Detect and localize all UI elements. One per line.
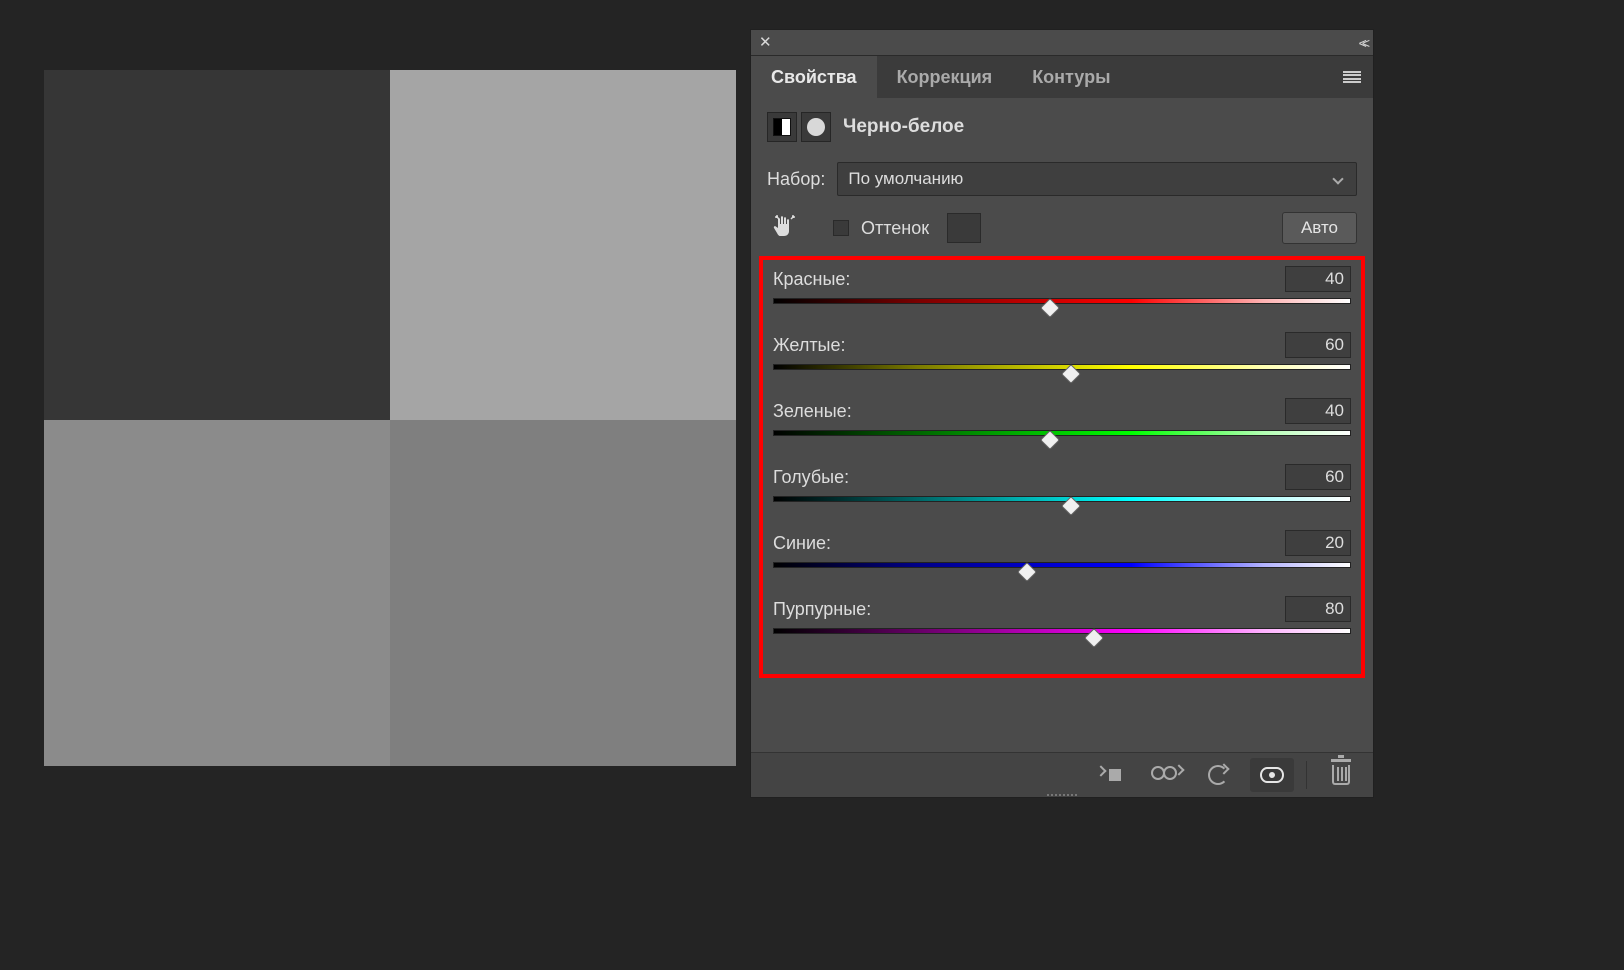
color-slider: Пурпурные: bbox=[773, 596, 1351, 648]
color-slider: Зеленые: bbox=[773, 398, 1351, 450]
slider-label: Пурпурные: bbox=[773, 599, 871, 620]
preset-dropdown[interactable]: По умолчанию bbox=[837, 162, 1357, 196]
toggle-visibility-button[interactable] bbox=[1250, 758, 1294, 792]
color-slider: Желтые: bbox=[773, 332, 1351, 384]
preset-label: Набор: bbox=[767, 169, 825, 190]
preview-quadrant bbox=[44, 420, 390, 766]
slider-track[interactable] bbox=[773, 562, 1351, 582]
tab-properties[interactable]: Свойства bbox=[751, 56, 877, 98]
slider-gradient bbox=[773, 496, 1351, 502]
panel-tabs: Свойства Коррекция Контуры bbox=[751, 56, 1373, 98]
preset-value: По умолчанию bbox=[848, 169, 963, 189]
reset-icon bbox=[1208, 765, 1228, 785]
slider-value-input[interactable] bbox=[1285, 530, 1351, 556]
color-sliders-highlight: Красные: Желтые: Зеленые: Голубые: Синие: Пур… bbox=[759, 256, 1365, 678]
color-slider: Красные: bbox=[773, 266, 1351, 318]
slider-track[interactable] bbox=[773, 628, 1351, 648]
slider-label: Синие: bbox=[773, 533, 831, 554]
panel-titlebar: ✕ << bbox=[751, 30, 1373, 56]
preset-row: Набор: По умолчанию bbox=[751, 156, 1373, 202]
reset-button[interactable] bbox=[1196, 758, 1240, 792]
targeted-adjustment-tool-icon[interactable] bbox=[771, 214, 799, 242]
resize-grip[interactable] bbox=[1047, 794, 1077, 796]
tint-row: Оттенок Авто bbox=[751, 202, 1373, 254]
slider-label: Желтые: bbox=[773, 335, 846, 356]
slider-gradient bbox=[773, 364, 1351, 370]
trash-icon bbox=[1332, 765, 1350, 785]
tab-label: Контуры bbox=[1032, 67, 1110, 88]
adjustment-icons bbox=[767, 112, 831, 142]
slider-label: Голубые: bbox=[773, 467, 849, 488]
adjustment-type-icon[interactable] bbox=[767, 112, 797, 142]
canvas-preview bbox=[44, 70, 736, 766]
clip-to-layer-button[interactable] bbox=[1088, 758, 1132, 792]
view-previous-state-button[interactable] bbox=[1142, 758, 1186, 792]
tab-paths[interactable]: Контуры bbox=[1012, 56, 1130, 98]
collapse-icon[interactable]: << bbox=[1359, 35, 1365, 51]
preview-quadrant bbox=[44, 70, 390, 420]
chevron-down-icon bbox=[1332, 173, 1343, 184]
slider-track[interactable] bbox=[773, 364, 1351, 384]
previous-state-icon bbox=[1151, 766, 1177, 784]
slider-label: Зеленые: bbox=[773, 401, 852, 422]
slider-value-input[interactable] bbox=[1285, 596, 1351, 622]
tint-color-swatch[interactable] bbox=[947, 213, 981, 243]
tab-label: Свойства bbox=[771, 67, 857, 88]
preview-quadrant bbox=[390, 70, 736, 420]
close-icon[interactable]: ✕ bbox=[759, 35, 772, 50]
tab-label: Коррекция bbox=[897, 67, 993, 88]
color-slider: Голубые: bbox=[773, 464, 1351, 516]
slider-label: Красные: bbox=[773, 269, 850, 290]
black-white-icon bbox=[773, 118, 791, 136]
eye-icon bbox=[1260, 767, 1284, 783]
tint-label: Оттенок bbox=[861, 218, 929, 239]
menu-icon bbox=[1343, 71, 1361, 83]
properties-panel: ✕ << Свойства Коррекция Контуры Черно-бе… bbox=[750, 29, 1374, 798]
slider-gradient bbox=[773, 562, 1351, 568]
slider-track[interactable] bbox=[773, 496, 1351, 516]
mask-circle-icon bbox=[807, 118, 825, 136]
slider-gradient bbox=[773, 298, 1351, 304]
slider-value-input[interactable] bbox=[1285, 332, 1351, 358]
slider-track[interactable] bbox=[773, 298, 1351, 318]
separator bbox=[1306, 761, 1307, 789]
tint-checkbox[interactable] bbox=[833, 220, 849, 236]
layer-mask-icon[interactable] bbox=[801, 112, 831, 142]
slider-value-input[interactable] bbox=[1285, 398, 1351, 424]
slider-gradient bbox=[773, 430, 1351, 436]
slider-value-input[interactable] bbox=[1285, 464, 1351, 490]
adjustment-name: Черно-белое bbox=[843, 116, 964, 138]
panel-menu-button[interactable] bbox=[1331, 56, 1373, 98]
delete-button[interactable] bbox=[1319, 758, 1363, 792]
tab-adjustments[interactable]: Коррекция bbox=[877, 56, 1013, 98]
auto-button-label: Авто bbox=[1301, 218, 1338, 238]
clip-icon bbox=[1099, 767, 1121, 783]
slider-value-input[interactable] bbox=[1285, 266, 1351, 292]
preview-quadrant bbox=[390, 420, 736, 766]
slider-gradient bbox=[773, 628, 1351, 634]
panel-bottom-bar bbox=[751, 752, 1373, 797]
auto-button[interactable]: Авто bbox=[1282, 212, 1357, 244]
adjustment-header: Черно-белое bbox=[751, 98, 1373, 156]
slider-track[interactable] bbox=[773, 430, 1351, 450]
color-slider: Синие: bbox=[773, 530, 1351, 582]
